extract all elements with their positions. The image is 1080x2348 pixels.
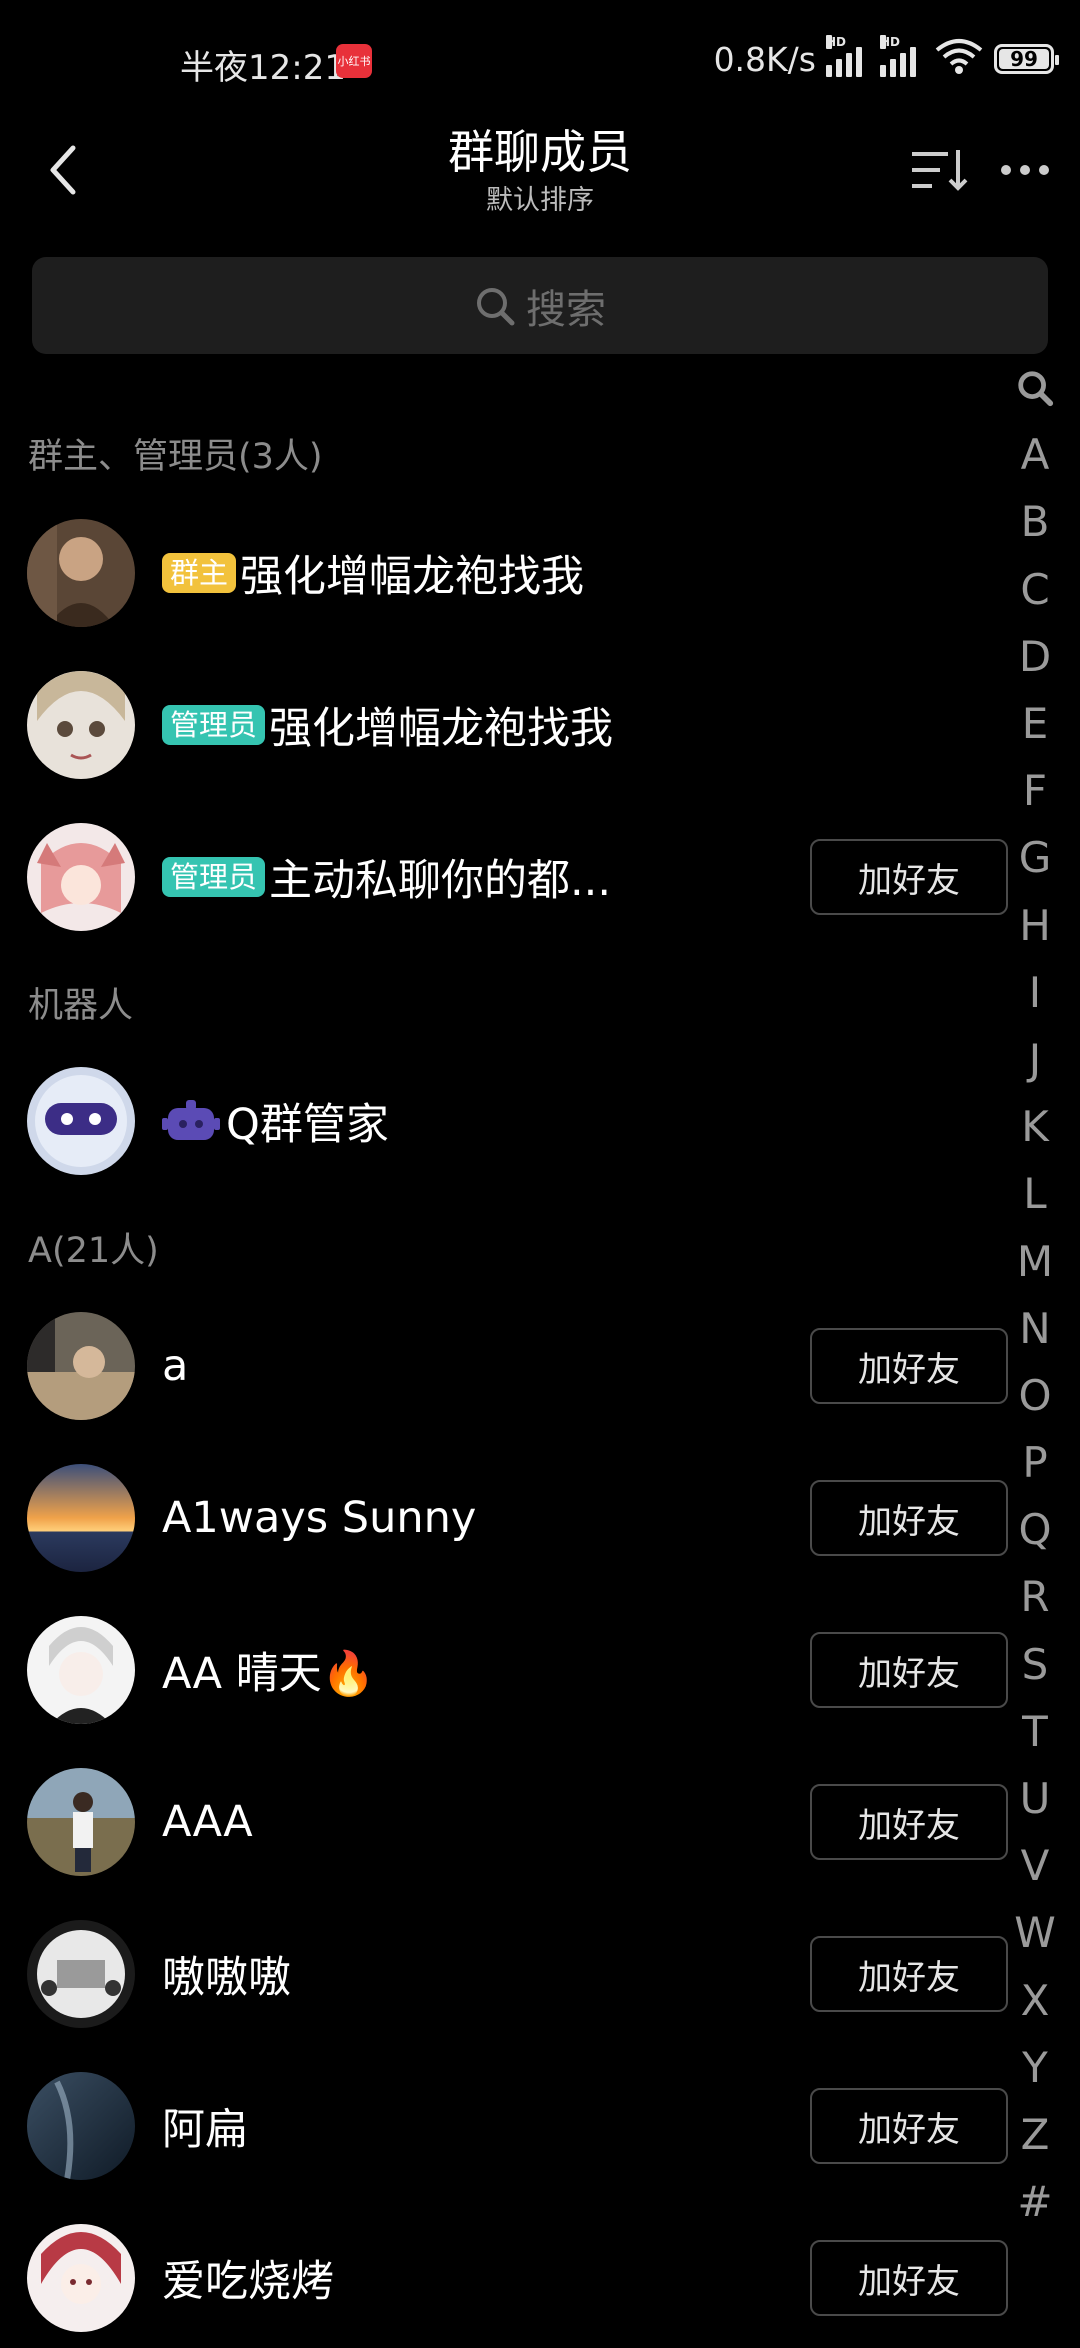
index-letter-c[interactable]: C bbox=[1010, 556, 1060, 623]
member-row-owner[interactable]: 群主 强化增幅龙袍找我 bbox=[0, 503, 1000, 643]
member-row[interactable]: AAA 加好友 bbox=[0, 1752, 1008, 1892]
more-dots-icon bbox=[1001, 165, 1049, 175]
wifi-icon bbox=[934, 38, 984, 80]
search-input[interactable]: 搜索 bbox=[32, 257, 1048, 354]
sort-button[interactable] bbox=[900, 130, 980, 210]
add-friend-button[interactable]: 加好友 bbox=[810, 2088, 1008, 2164]
member-name: AA 晴天🔥 bbox=[162, 1649, 376, 1699]
member-name: 爱吃烧烤 bbox=[162, 2257, 334, 2307]
avatar bbox=[27, 2072, 135, 2180]
add-friend-button[interactable]: 加好友 bbox=[810, 1328, 1008, 1404]
section-header-admins: 群主、管理员(3人) bbox=[28, 437, 323, 477]
index-letter-i[interactable]: I bbox=[1010, 959, 1060, 1026]
member-row[interactable]: 爱吃烧烤 加好友 bbox=[0, 2208, 1008, 2348]
battery-icon: 99 bbox=[994, 44, 1059, 74]
member-name: 嗷嗷嗷 bbox=[162, 1953, 291, 2003]
avatar bbox=[27, 671, 135, 779]
index-letter-b[interactable]: B bbox=[1010, 488, 1060, 555]
member-row[interactable]: 阿扁 加好友 bbox=[0, 2056, 1008, 2196]
network-speed: 0.8K/s bbox=[713, 39, 816, 79]
index-letter-g[interactable]: G bbox=[1010, 824, 1060, 891]
alphabet-index[interactable]: A B C D E F G H I J K L M N O P Q R S T U V W X Y Z # bbox=[1010, 354, 1060, 2235]
member-name: AAA bbox=[162, 1797, 253, 1847]
add-friend-button[interactable]: 加好友 bbox=[810, 839, 1008, 915]
index-letter-t[interactable]: T bbox=[1010, 1698, 1060, 1765]
index-search-icon[interactable] bbox=[1010, 354, 1060, 421]
avatar bbox=[27, 2224, 135, 2332]
index-letter-v[interactable]: V bbox=[1010, 1832, 1060, 1899]
member-row-admin-1[interactable]: 管理员 强化增幅龙袍找我 bbox=[0, 655, 1000, 795]
status-right: 0.8K/s HD HD 99 bbox=[713, 35, 1059, 80]
member-row[interactable]: a 加好友 bbox=[0, 1296, 1008, 1436]
avatar bbox=[27, 1067, 135, 1175]
member-row-admin-2[interactable]: 管理员 主动私聊你的都... 加好友 bbox=[0, 807, 1008, 947]
index-letter-q[interactable]: Q bbox=[1010, 1496, 1060, 1563]
more-button[interactable] bbox=[990, 130, 1060, 210]
add-friend-button[interactable]: 加好友 bbox=[810, 1632, 1008, 1708]
add-friend-button[interactable]: 加好友 bbox=[810, 1936, 1008, 2012]
robot-icon bbox=[162, 1100, 220, 1140]
status-bar: 半夜12:21 小红书 0.8K/s HD HD 99 bbox=[0, 0, 1080, 125]
search-icon bbox=[477, 287, 515, 325]
robot-row[interactable]: Q群管家 bbox=[0, 1051, 1000, 1191]
index-letter-j[interactable]: J bbox=[1010, 1026, 1060, 1093]
member-name: A1ways Sunny bbox=[162, 1493, 477, 1543]
member-row[interactable]: AA 晴天🔥 加好友 bbox=[0, 1600, 1008, 1740]
index-letter-d[interactable]: D bbox=[1010, 623, 1060, 690]
index-letter-k[interactable]: K bbox=[1010, 1093, 1060, 1160]
member-name: a bbox=[162, 1341, 189, 1391]
index-letter-n[interactable]: N bbox=[1010, 1295, 1060, 1362]
add-friend-button[interactable]: 加好友 bbox=[810, 1784, 1008, 1860]
avatar bbox=[27, 1768, 135, 1876]
app-notification-badge: 小红书 bbox=[336, 44, 372, 78]
status-time: 半夜12:21 bbox=[180, 48, 346, 88]
member-name: 主动私聊你的都... bbox=[269, 856, 612, 906]
avatar bbox=[27, 1312, 135, 1420]
member-name: 强化增幅龙袍找我 bbox=[240, 552, 585, 602]
signal-icon: HD bbox=[826, 35, 870, 77]
index-letter-m[interactable]: M bbox=[1010, 1227, 1060, 1294]
index-letter-hash[interactable]: # bbox=[1010, 2168, 1060, 2235]
section-header-robots: 机器人 bbox=[28, 986, 134, 1026]
avatar bbox=[27, 823, 135, 931]
avatar bbox=[27, 1616, 135, 1724]
owner-badge: 群主 bbox=[162, 553, 237, 593]
index-letter-r[interactable]: R bbox=[1010, 1563, 1060, 1630]
index-letter-h[interactable]: H bbox=[1010, 892, 1060, 959]
index-letter-s[interactable]: S bbox=[1010, 1631, 1060, 1698]
avatar bbox=[27, 1464, 135, 1572]
index-letter-e[interactable]: E bbox=[1010, 690, 1060, 757]
index-letter-w[interactable]: W bbox=[1010, 1899, 1060, 1966]
index-letter-f[interactable]: F bbox=[1010, 757, 1060, 824]
avatar bbox=[27, 519, 135, 627]
index-letter-l[interactable]: L bbox=[1010, 1160, 1060, 1227]
index-letter-a[interactable]: A bbox=[1010, 421, 1060, 488]
admin-badge: 管理员 bbox=[162, 705, 266, 745]
index-letter-z[interactable]: Z bbox=[1010, 2101, 1060, 2168]
admin-badge: 管理员 bbox=[162, 857, 266, 897]
member-row[interactable]: 嗷嗷嗷 加好友 bbox=[0, 1904, 1008, 2044]
index-letter-x[interactable]: X bbox=[1010, 1967, 1060, 2034]
member-name: 阿扁 bbox=[162, 2105, 248, 2155]
signal-icon-2: HD bbox=[880, 35, 924, 77]
member-name: Q群管家 bbox=[226, 1100, 389, 1150]
avatar bbox=[27, 1920, 135, 2028]
index-letter-p[interactable]: P bbox=[1010, 1429, 1060, 1496]
index-letter-y[interactable]: Y bbox=[1010, 2034, 1060, 2101]
header: 群聊成员 默认排序 bbox=[0, 110, 1080, 240]
section-header-a: A(21人) bbox=[28, 1231, 159, 1271]
add-friend-button[interactable]: 加好友 bbox=[810, 2240, 1008, 2316]
add-friend-button[interactable]: 加好友 bbox=[810, 1480, 1008, 1556]
sort-icon bbox=[912, 150, 968, 191]
search-placeholder: 搜索 bbox=[526, 286, 606, 333]
index-letter-o[interactable]: O bbox=[1010, 1362, 1060, 1429]
index-letter-u[interactable]: U bbox=[1010, 1765, 1060, 1832]
member-name: 强化增幅龙袍找我 bbox=[269, 704, 614, 754]
member-row[interactable]: A1ways Sunny 加好友 bbox=[0, 1448, 1008, 1588]
